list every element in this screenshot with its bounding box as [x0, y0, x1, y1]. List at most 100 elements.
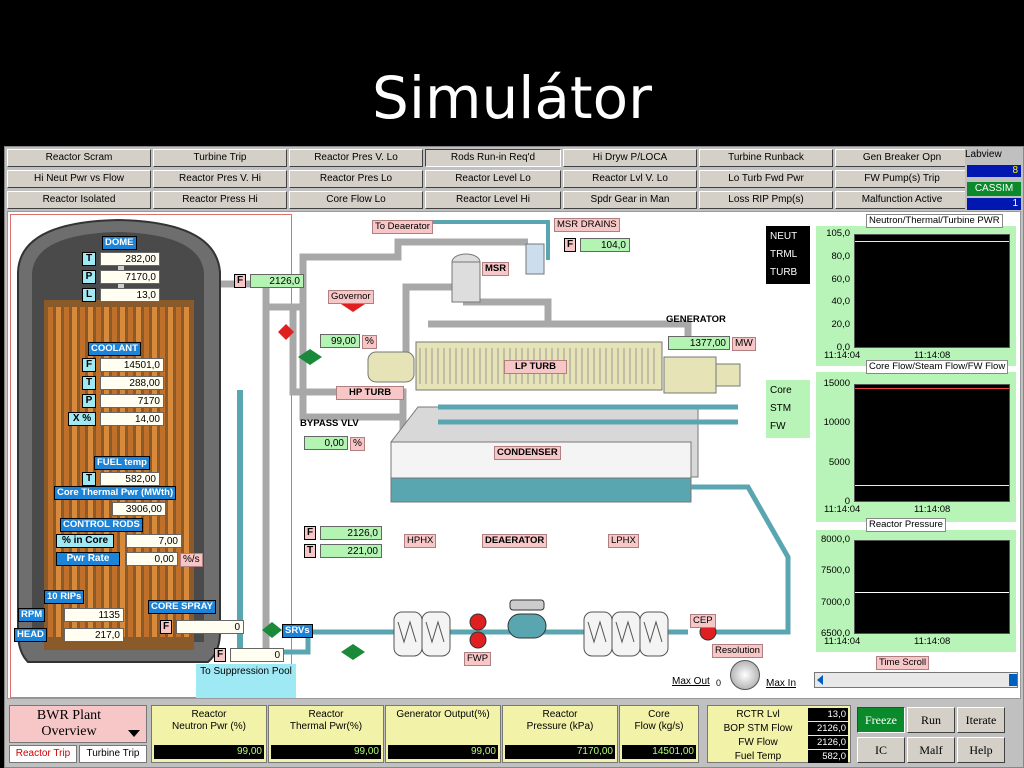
- annunciator-button[interactable]: Reactor Pres V. Lo: [289, 149, 423, 167]
- reactor-trip-button[interactable]: Reactor Trip: [9, 745, 77, 763]
- readout-value: 99,00: [388, 745, 498, 759]
- bwr-overview-label: BWR Plant Overview: [36, 708, 102, 739]
- annunciator-button[interactable]: FW Pump(s) Trip: [835, 170, 969, 188]
- summary-label: RCTR Lvl: [736, 709, 780, 720]
- summary-value: 2126,0: [808, 736, 848, 749]
- generator-body: [663, 356, 717, 394]
- coolant-pressure: 7170: [100, 394, 164, 408]
- readout-header: Core Flow (kg/s): [634, 709, 684, 732]
- coolant-temperature: 288,00: [100, 376, 164, 390]
- y-tick-label: 60,0: [831, 273, 851, 285]
- fuel-assembly: [48, 307, 53, 637]
- core-spray-flow: 0: [176, 620, 244, 634]
- annunciator-button[interactable]: Turbine Runback: [699, 149, 833, 167]
- rips-label: 10 RIPs: [44, 590, 85, 604]
- heat-exchanger: [393, 611, 423, 657]
- coolant-t-tag: T: [82, 376, 96, 390]
- power-rate: 0,00: [126, 552, 178, 566]
- heat-exchanger: [639, 611, 669, 657]
- governor-position: 99,00: [320, 334, 360, 348]
- fw-t-tag: T: [304, 544, 316, 558]
- bypass-valve-label: BYPASS VLV: [300, 418, 359, 429]
- percent-in-core-tag: % in Core: [56, 534, 114, 548]
- annunciator-button[interactable]: Malfunction Active: [835, 191, 969, 209]
- annunciator-button[interactable]: Core Flow Lo: [289, 191, 423, 209]
- heat-exchanger: [421, 611, 451, 657]
- dome-temperature: 282,00: [100, 252, 160, 266]
- annunciator-button[interactable]: Hi Dryw P/LOCA: [563, 149, 697, 167]
- readout-header: Reactor Thermal Pwr(%): [289, 709, 363, 732]
- readout-value: 99,00: [154, 745, 264, 759]
- labview-value: 8: [967, 165, 1021, 177]
- y-tick-label: 7500,0: [820, 565, 850, 577]
- annunciator-button[interactable]: Reactor Level Hi: [425, 191, 561, 209]
- annunciator-button[interactable]: Reactor Scram: [7, 149, 151, 167]
- annunciator-button[interactable]: Rods Run-in Req'd: [425, 149, 561, 167]
- x-tick-label: 11:14:08: [914, 636, 951, 647]
- msr-label: MSR: [482, 262, 510, 276]
- simulator-window: Reactor Scram Turbine Trip Reactor Pres V.…: [4, 146, 1024, 768]
- readout-column: Core Flow (kg/s) 14501,00: [619, 705, 699, 763]
- dome-pressure: 7170,0: [100, 270, 160, 284]
- power-rate-unit: %/s: [180, 553, 203, 567]
- annunciator-button[interactable]: Spdr Gear in Man: [563, 191, 697, 209]
- readout-header: Generator Output(%): [396, 709, 490, 720]
- dome-l-tag: L: [82, 288, 96, 302]
- iterate-button[interactable]: Iterate: [957, 707, 1005, 733]
- condenser-label: CONDENSER: [494, 446, 561, 460]
- governor-label: Governor: [328, 290, 374, 304]
- annunciator-button[interactable]: Hi Neut Pwr vs Flow: [7, 170, 151, 188]
- max-out-label: Max Out: [672, 676, 710, 687]
- annunciator-button[interactable]: Reactor Isolated: [7, 191, 151, 209]
- turbine-trip-button[interactable]: Turbine Trip: [79, 745, 147, 763]
- x-tick-label: 11:14:04: [824, 636, 861, 647]
- deaerator-label: DEAERATOR: [482, 534, 548, 548]
- annunciator-button[interactable]: Reactor Level Lo: [425, 170, 561, 188]
- hp-turbine-label: HP TURB: [336, 386, 405, 400]
- bwr-overview-selector[interactable]: BWR Plant Overview: [9, 705, 147, 743]
- ic-button[interactable]: IC: [857, 737, 905, 763]
- governor-unit: %: [362, 335, 377, 349]
- lphx-label: LPHX: [608, 534, 639, 548]
- help-button[interactable]: Help: [957, 737, 1005, 763]
- x-tick-label: 11:14:04: [824, 350, 861, 361]
- annunciator-button[interactable]: Loss RIP Pmp(s): [699, 191, 833, 209]
- annunciator-button[interactable]: Reactor Lvl V. Lo: [563, 170, 697, 188]
- readout-column: Generator Output(%) 99,00: [385, 705, 501, 763]
- to-deaerator-label: To Deaerator: [372, 220, 433, 234]
- readout-column: Reactor Neutron Pwr (%) 99,00: [151, 705, 267, 763]
- freeze-button[interactable]: Freeze: [857, 707, 905, 733]
- annunciator-button[interactable]: Reactor Pres Lo: [289, 170, 423, 188]
- malf-button[interactable]: Malf: [907, 737, 955, 763]
- annunciator-button[interactable]: Gen Breaker Opn: [835, 149, 969, 167]
- y-tick-label: 7000,0: [820, 596, 850, 608]
- annunciator-button[interactable]: Lo Turb Fwd Pwr: [699, 170, 833, 188]
- fuel-assembly: [72, 307, 77, 637]
- readout-value: 7170,00: [505, 745, 615, 759]
- coolant-flow: 14501,0: [100, 358, 164, 372]
- msr-f-tag: F: [564, 238, 576, 252]
- scroll-left-icon[interactable]: [817, 675, 823, 685]
- annunciator-button[interactable]: Turbine Trip: [153, 149, 287, 167]
- fuel-temperature: 582,00: [100, 472, 160, 486]
- coolant-p-tag: P: [82, 394, 96, 408]
- run-button[interactable]: Run: [907, 707, 955, 733]
- fuel-assembly: [160, 307, 165, 637]
- scroll-thumb[interactable]: [1009, 674, 1017, 686]
- steam-quality: 14,00: [100, 412, 164, 426]
- dome-p-tag: P: [82, 270, 96, 284]
- srvs-f-tag: F: [214, 648, 226, 662]
- y-tick-label: 8000,0: [820, 534, 850, 545]
- feedwater-temperature: 221,00: [320, 544, 382, 558]
- annunciator-button[interactable]: Reactor Press Hi: [153, 191, 287, 209]
- dropdown-arrow-icon[interactable]: [128, 730, 140, 737]
- dome-level: 13,0: [100, 288, 160, 302]
- resolution-knob[interactable]: [730, 660, 760, 690]
- fuel-temp-label: FUEL temp: [94, 456, 150, 470]
- cassim-label[interactable]: CASSIM: [967, 182, 1021, 196]
- time-scroll-bar[interactable]: [814, 672, 1018, 688]
- chart-title: Core Flow/Steam Flow/FW Flow: [866, 360, 1009, 374]
- cep-label: CEP: [690, 614, 716, 628]
- coolant-label: COOLANT: [88, 342, 141, 356]
- annunciator-button[interactable]: Reactor Pres V. Hi: [153, 170, 287, 188]
